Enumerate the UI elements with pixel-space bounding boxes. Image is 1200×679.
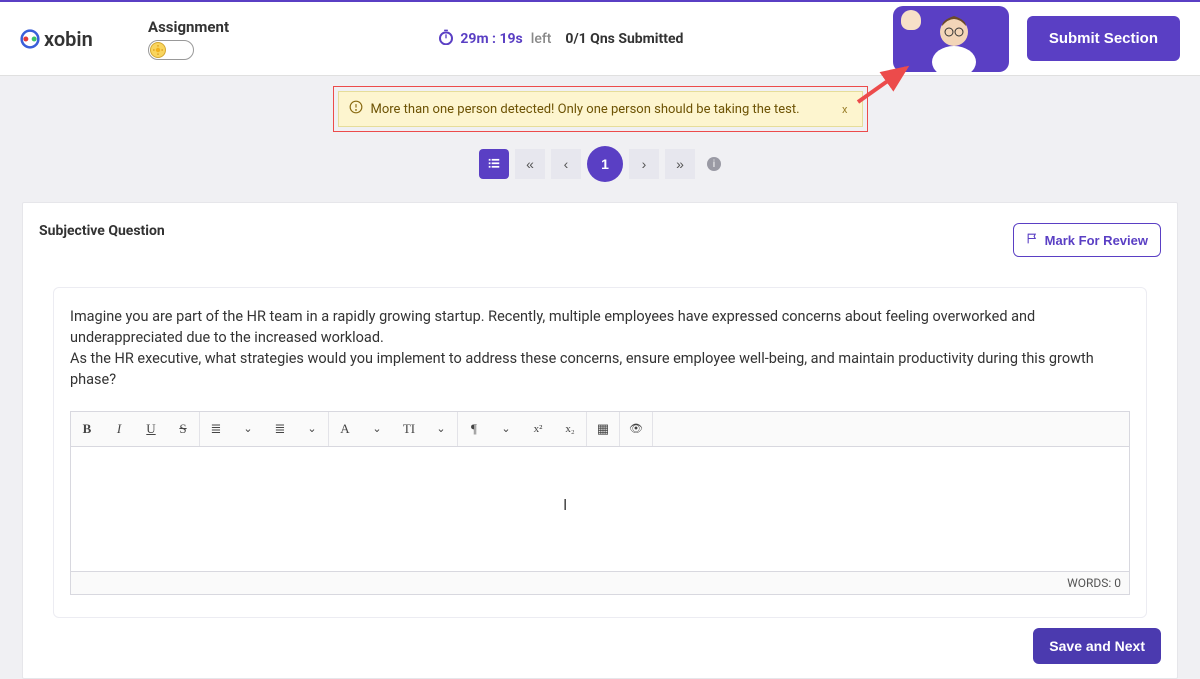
font-size-dropdown[interactable]: ⌄ — [425, 412, 457, 446]
alert: More than one person detected! Only one … — [338, 91, 863, 127]
mark-for-review-label: Mark For Review — [1045, 233, 1148, 248]
flag-icon — [1026, 232, 1039, 248]
paragraph-dropdown[interactable]: ⌄ — [490, 412, 522, 446]
logo-icon — [20, 29, 40, 49]
subscript-button[interactable]: x₂ — [554, 412, 586, 446]
logo-area: xobin — [20, 27, 160, 51]
timer: 29m : 19s left — [438, 29, 551, 49]
pagination: « ‹ 1 › » i — [0, 146, 1200, 182]
editor: B I U S ≣ ⌄ ≣ ⌄ A ⌄ TI ⌄ ¶ — [70, 411, 1130, 595]
theme-toggle[interactable] — [148, 40, 194, 60]
sun-icon — [150, 42, 166, 58]
webcam-preview — [893, 6, 1009, 72]
preview-button[interactable]: 👁 — [620, 412, 652, 446]
submit-section-button[interactable]: Submit Section — [1027, 16, 1180, 61]
font-color-button[interactable]: A — [329, 412, 361, 446]
page-title: Assignment — [148, 18, 229, 36]
question-para-2: As the HR executive, what strategies wou… — [70, 348, 1130, 390]
last-page-button[interactable]: » — [665, 149, 695, 179]
font-color-dropdown[interactable]: ⌄ — [361, 412, 393, 446]
primary-person-icon — [929, 10, 979, 72]
question-list-button[interactable] — [479, 149, 509, 179]
alert-close-button[interactable]: x — [838, 103, 851, 116]
list-icon — [487, 156, 501, 173]
ordered-list-button[interactable]: ≣ — [264, 412, 296, 446]
save-and-next-button[interactable]: Save and Next — [1033, 628, 1161, 664]
brand-text: xobin — [44, 27, 93, 51]
question-text: Imagine you are part of the HR team in a… — [70, 306, 1130, 391]
alert-box: More than one person detected! Only one … — [333, 86, 868, 132]
editor-toolbar: B I U S ≣ ⌄ ≣ ⌄ A ⌄ TI ⌄ ¶ — [71, 412, 1129, 447]
timer-block: 29m : 19s left 0/1 Qns Submitted — [229, 29, 893, 49]
first-page-button[interactable]: « — [515, 149, 545, 179]
alert-message: More than one person detected! Only one … — [371, 102, 800, 117]
page-1-button[interactable]: 1 — [587, 146, 623, 182]
question-head: Subjective Question Mark For Review — [39, 223, 1161, 257]
word-count: WORDS: 0 — [71, 571, 1129, 594]
info-icon[interactable]: i — [707, 157, 721, 171]
secondary-person-icon — [901, 10, 921, 30]
superscript-button[interactable]: x² — [522, 412, 554, 446]
italic-button[interactable]: I — [103, 412, 135, 446]
time-suffix: left — [531, 31, 552, 47]
bold-button[interactable]: B — [71, 412, 103, 446]
question-para-1: Imagine you are part of the HR team in a… — [70, 306, 1130, 348]
table-button[interactable]: ▦ — [587, 412, 619, 446]
alert-icon — [349, 100, 363, 118]
strike-button[interactable]: S — [167, 412, 199, 446]
text-cursor-icon: I — [563, 495, 567, 514]
qns-submitted: 0/1 Qns Submitted — [565, 31, 683, 47]
editor-textarea[interactable]: I — [71, 447, 1129, 571]
question-type-label: Subjective Question — [39, 223, 165, 239]
paragraph-button[interactable]: ¶ — [458, 412, 490, 446]
prev-page-button[interactable]: ‹ — [551, 149, 581, 179]
stopwatch-icon — [438, 29, 454, 49]
font-size-button[interactable]: TI — [393, 412, 425, 446]
time-remaining: 29m : 19s — [460, 31, 522, 47]
ul-dropdown[interactable]: ⌄ — [232, 412, 264, 446]
logo: xobin — [20, 27, 160, 51]
mark-for-review-button[interactable]: Mark For Review — [1013, 223, 1161, 257]
alert-wrap: More than one person detected! Only one … — [0, 86, 1200, 132]
title-area: Assignment — [148, 18, 229, 60]
underline-button[interactable]: U — [135, 412, 167, 446]
ol-dropdown[interactable]: ⌄ — [296, 412, 328, 446]
question-card: Subjective Question Mark For Review Imag… — [22, 202, 1178, 679]
question-body: Imagine you are part of the HR team in a… — [53, 287, 1147, 618]
next-page-button[interactable]: › — [629, 149, 659, 179]
header: xobin Assignment 29m : 19s left 0/1 Qns … — [0, 0, 1200, 76]
unordered-list-button[interactable]: ≣ — [200, 412, 232, 446]
